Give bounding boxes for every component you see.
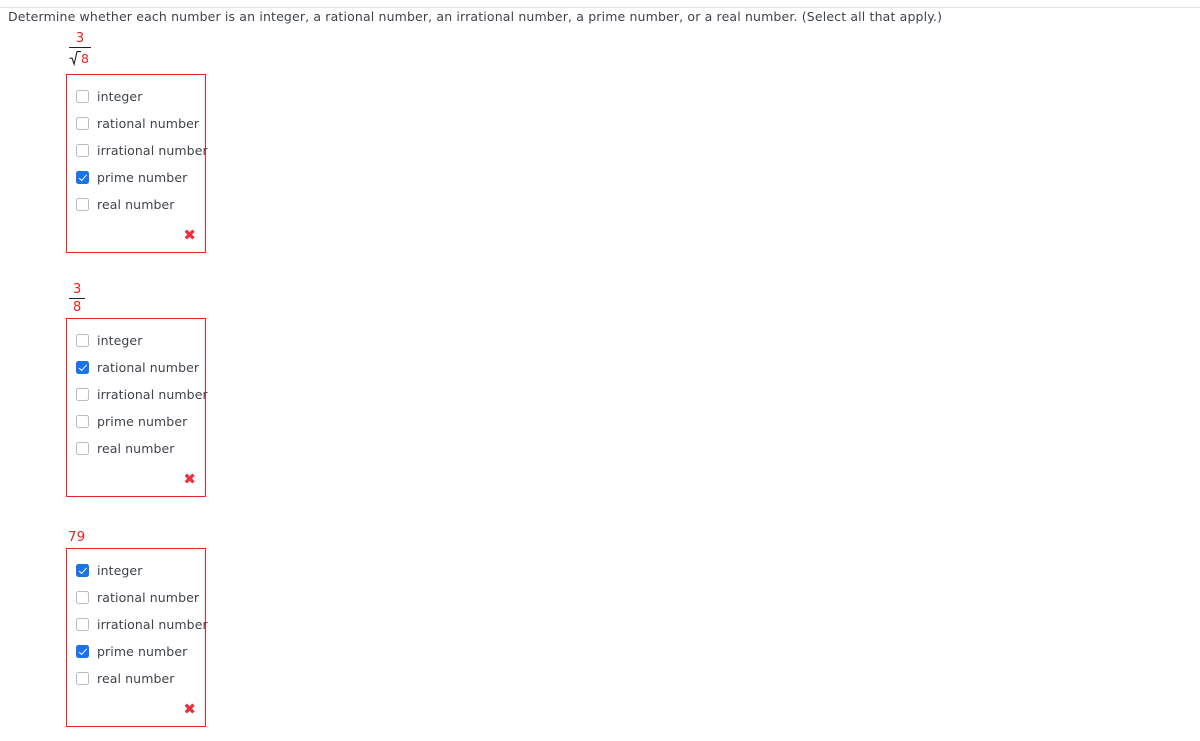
header-divider xyxy=(0,7,1200,8)
fraction-denominator: 8 xyxy=(73,300,82,315)
expression-value: 79 xyxy=(68,529,86,545)
checkbox-checked-icon[interactable] xyxy=(76,645,89,658)
option-row-prime[interactable]: prime number xyxy=(67,164,205,191)
option-row-integer[interactable]: integer xyxy=(67,557,205,584)
option-label: prime number xyxy=(97,170,188,185)
option-label: rational number xyxy=(97,116,200,131)
checkbox-icon[interactable] xyxy=(76,415,89,428)
checkbox-icon[interactable] xyxy=(76,591,89,604)
incorrect-mark-icon: ✖ xyxy=(183,225,196,244)
checkbox-icon[interactable] xyxy=(76,144,89,157)
fraction-numerator: 3 xyxy=(73,282,82,297)
option-label: real number xyxy=(97,441,175,456)
checkbox-checked-icon[interactable] xyxy=(76,564,89,577)
option-row-integer[interactable]: integer xyxy=(67,327,205,354)
option-label: integer xyxy=(97,333,143,348)
checkbox-icon[interactable] xyxy=(76,618,89,631)
option-row-real[interactable]: real number xyxy=(67,665,205,692)
option-row-irrational[interactable]: irrational number xyxy=(67,611,208,638)
fraction: 38 xyxy=(66,283,88,315)
option-row-irrational[interactable]: irrational number xyxy=(67,381,208,408)
checkbox-icon[interactable] xyxy=(76,388,89,401)
option-row-real[interactable]: real number xyxy=(67,191,205,218)
answer-options-box: integer rational number irrational number p… xyxy=(66,74,208,253)
option-label: real number xyxy=(97,197,175,212)
checkbox-icon[interactable] xyxy=(76,117,89,130)
fraction: 38 xyxy=(66,32,94,67)
option-row-rational[interactable]: rational number xyxy=(67,354,205,381)
fraction-numerator: 3 xyxy=(75,31,85,46)
answer-options-box: integer rational number irrational number p… xyxy=(66,318,208,497)
result-indicator-row: ✖ xyxy=(67,462,205,496)
option-row-rational[interactable]: rational number xyxy=(67,584,205,611)
option-label: prime number xyxy=(97,414,188,429)
question-prompt: Determine whether each number is an inte… xyxy=(8,9,943,24)
option-row-real[interactable]: real number xyxy=(67,435,205,462)
checkbox-icon[interactable] xyxy=(76,442,89,455)
checkbox-icon[interactable] xyxy=(76,672,89,685)
option-label: rational number xyxy=(97,590,200,605)
checkbox-icon[interactable] xyxy=(76,90,89,103)
checkbox-icon[interactable] xyxy=(76,334,89,347)
result-indicator-row: ✖ xyxy=(67,218,205,252)
radical-icon: 8 xyxy=(69,49,91,67)
math-expression: 38 xyxy=(66,32,94,67)
fraction-bar xyxy=(69,298,86,299)
incorrect-mark-icon: ✖ xyxy=(183,699,196,718)
math-expression: 79 xyxy=(66,529,86,545)
option-label: integer xyxy=(97,563,143,578)
option-label: prime number xyxy=(97,644,188,659)
incorrect-mark-icon: ✖ xyxy=(183,469,196,488)
checkbox-icon[interactable] xyxy=(76,198,89,211)
option-label: irrational number xyxy=(97,617,208,632)
option-label: rational number xyxy=(97,360,200,375)
answer-options-box: integer rational number irrational number p… xyxy=(66,548,208,727)
checkbox-checked-icon[interactable] xyxy=(76,171,89,184)
math-expression: 38 xyxy=(66,283,88,315)
radical-glyph xyxy=(69,51,81,66)
fraction-bar xyxy=(69,47,91,48)
option-label: irrational number xyxy=(97,143,208,158)
option-label: irrational number xyxy=(97,387,208,402)
option-row-integer[interactable]: integer xyxy=(67,83,205,110)
option-row-irrational[interactable]: irrational number xyxy=(67,137,208,164)
radicand: 8 xyxy=(81,51,89,66)
checkbox-checked-icon[interactable] xyxy=(76,361,89,374)
option-row-prime[interactable]: prime number xyxy=(67,638,205,665)
result-indicator-row: ✖ xyxy=(67,692,205,726)
fraction-denominator: 8 xyxy=(69,49,91,67)
option-label: real number xyxy=(97,671,175,686)
option-row-rational[interactable]: rational number xyxy=(67,110,205,137)
option-row-prime[interactable]: prime number xyxy=(67,408,205,435)
option-label: integer xyxy=(97,89,143,104)
